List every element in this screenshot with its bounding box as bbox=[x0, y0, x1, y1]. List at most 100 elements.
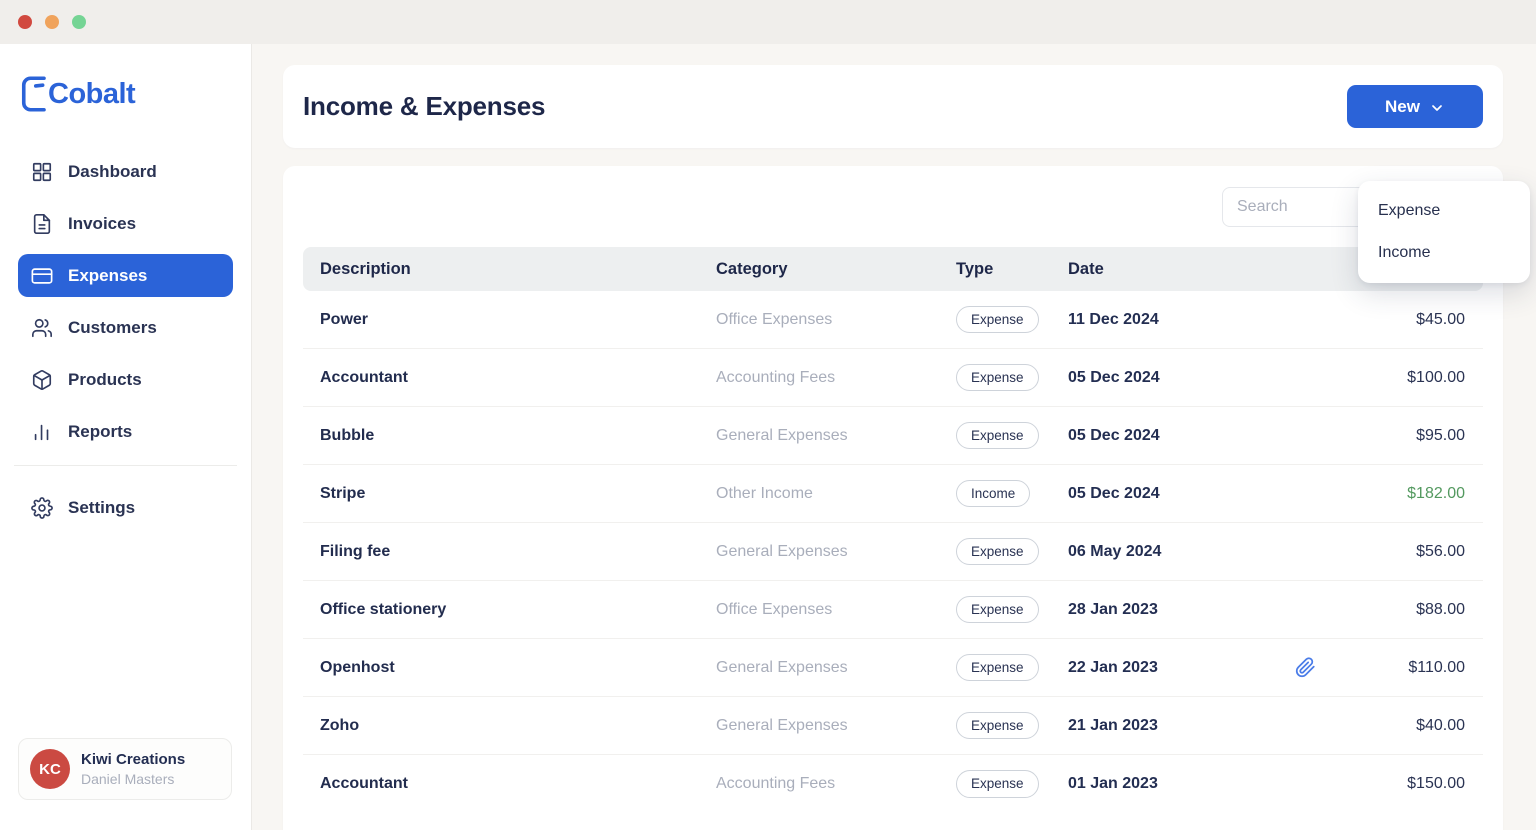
user-name: Daniel Masters bbox=[81, 770, 185, 788]
amount-value: $88.00 bbox=[1416, 601, 1465, 619]
cell-description: Power bbox=[303, 311, 716, 329]
page-title: Income & Expenses bbox=[303, 91, 545, 122]
app-logo: Cobalt bbox=[18, 74, 233, 114]
transactions-panel: DescriptionCategoryTypeDateAmount PowerO… bbox=[283, 166, 1503, 830]
sidebar-divider bbox=[14, 465, 237, 466]
box-icon bbox=[30, 368, 53, 391]
sidebar-item-invoices[interactable]: Invoices bbox=[18, 202, 233, 245]
cell-description: Bubble bbox=[303, 427, 716, 445]
table-row[interactable]: Office stationeryOffice ExpensesExpense2… bbox=[303, 581, 1483, 639]
cell-date: 05 Dec 2024 bbox=[1068, 485, 1285, 503]
cell-category: Accounting Fees bbox=[716, 775, 956, 793]
amount-value: $40.00 bbox=[1416, 717, 1465, 735]
amount-value: $182.00 bbox=[1407, 485, 1465, 503]
sidebar-item-reports[interactable]: Reports bbox=[18, 410, 233, 453]
cell-amount: $182.00 bbox=[1285, 485, 1483, 503]
type-badge: Expense bbox=[956, 654, 1039, 682]
sidebar-item-label: Invoices bbox=[68, 214, 136, 234]
amount-value: $100.00 bbox=[1407, 369, 1465, 387]
window-titlebar bbox=[0, 0, 1536, 44]
cell-category: General Expenses bbox=[716, 543, 956, 561]
sidebar-item-label: Expenses bbox=[68, 266, 147, 286]
sidebar-item-label: Dashboard bbox=[68, 162, 157, 182]
cell-category: General Expenses bbox=[716, 659, 956, 677]
column-header-description: Description bbox=[303, 260, 716, 279]
new-dropdown-menu: ExpenseIncome bbox=[1358, 181, 1530, 283]
sidebar-item-label: Reports bbox=[68, 422, 132, 442]
menu-item-income[interactable]: Income bbox=[1358, 232, 1530, 274]
type-badge: Income bbox=[956, 480, 1030, 508]
type-badge: Expense bbox=[956, 364, 1039, 392]
cell-date: 11 Dec 2024 bbox=[1068, 311, 1285, 329]
cell-description: Openhost bbox=[303, 659, 716, 677]
cell-description: Filing fee bbox=[303, 543, 716, 561]
table-body: PowerOffice ExpensesExpense11 Dec 2024$4… bbox=[303, 291, 1483, 813]
table-row[interactable]: StripeOther IncomeIncome 05 Dec 2024 $182.… bbox=[303, 465, 1483, 523]
zoom-window-button[interactable] bbox=[72, 15, 86, 29]
cell-date: 22 Jan 2023 bbox=[1068, 659, 1285, 677]
cell-category: General Expenses bbox=[716, 427, 956, 445]
type-badge: Expense bbox=[956, 712, 1039, 740]
sidebar-item-customers[interactable]: Customers bbox=[18, 306, 233, 349]
bar-chart-icon bbox=[30, 420, 53, 443]
type-badge: Expense bbox=[956, 770, 1039, 798]
table-row[interactable]: ZohoGeneral ExpensesExpense 21 Jan 2023 $4… bbox=[303, 697, 1483, 755]
avatar: KC bbox=[30, 749, 70, 789]
cell-description: Accountant bbox=[303, 369, 716, 387]
cell-category: Office Expenses bbox=[716, 311, 956, 329]
table-row[interactable]: Filing feeGeneral ExpensesExpense06 May … bbox=[303, 523, 1483, 581]
cell-category: Office Expenses bbox=[716, 601, 956, 619]
user-card[interactable]: KC Kiwi Creations Daniel Masters bbox=[18, 738, 232, 800]
cell-amount: $88.00 bbox=[1285, 601, 1483, 619]
cell-amount: $95.00 bbox=[1285, 427, 1483, 445]
app-shell: Cobalt Dashboard Invoices Expenses Customer… bbox=[0, 44, 1536, 830]
table-row[interactable]: OpenhostGeneral ExpensesExpense 22 Jan 20… bbox=[303, 639, 1483, 697]
cell-date: 05 Dec 2024 bbox=[1068, 369, 1285, 387]
type-badge: Expense bbox=[956, 538, 1039, 566]
cell-description: Accountant bbox=[303, 775, 716, 793]
table-row[interactable]: AccountantAccounting FeesExpense 05 Dec 2… bbox=[303, 349, 1483, 407]
amount-value: $150.00 bbox=[1407, 775, 1465, 793]
app-logo-text: Cobalt bbox=[48, 78, 135, 111]
sidebar-item-expenses[interactable]: Expenses bbox=[18, 254, 233, 297]
cell-amount: $110.00 bbox=[1285, 657, 1483, 678]
sidebar-item-label: Settings bbox=[68, 498, 135, 518]
sidebar-item-settings[interactable]: Settings bbox=[18, 486, 233, 529]
table-row[interactable]: PowerOffice ExpensesExpense11 Dec 2024$4… bbox=[303, 291, 1483, 349]
grid-icon bbox=[30, 160, 53, 183]
cell-category: Accounting Fees bbox=[716, 369, 956, 387]
table-row[interactable]: AccountantAccounting FeesExpense 01 Jan 2… bbox=[303, 755, 1483, 813]
sidebar-item-label: Products bbox=[68, 370, 142, 390]
cell-amount: $150.00 bbox=[1285, 775, 1483, 793]
menu-item-expense[interactable]: Expense bbox=[1358, 190, 1530, 232]
amount-value: $56.00 bbox=[1416, 543, 1465, 561]
minimize-window-button[interactable] bbox=[45, 15, 59, 29]
cell-category: Other Income bbox=[716, 485, 956, 503]
sidebar-item-products[interactable]: Products bbox=[18, 358, 233, 401]
page-header: Income & Expenses New bbox=[283, 65, 1503, 148]
column-header-type: Type bbox=[956, 260, 1068, 279]
amount-value: $95.00 bbox=[1416, 427, 1465, 445]
document-icon bbox=[30, 212, 53, 235]
sidebar-item-dashboard[interactable]: Dashboard bbox=[18, 150, 233, 193]
sidebar-nav: Dashboard Invoices Expenses Customers Produc… bbox=[18, 150, 233, 529]
type-badge: Expense bbox=[956, 596, 1039, 624]
table-row[interactable]: BubbleGeneral ExpensesExpense 05 Dec 2024… bbox=[303, 407, 1483, 465]
close-window-button[interactable] bbox=[18, 15, 32, 29]
cell-description: Stripe bbox=[303, 485, 716, 503]
cell-date: 21 Jan 2023 bbox=[1068, 717, 1285, 735]
users-icon bbox=[30, 316, 53, 339]
cell-date: 01 Jan 2023 bbox=[1068, 775, 1285, 793]
cell-amount: $56.00 bbox=[1285, 543, 1483, 561]
sidebar: Cobalt Dashboard Invoices Expenses Customer… bbox=[0, 44, 252, 830]
cell-category: General Expenses bbox=[716, 717, 956, 735]
cell-description: Zoho bbox=[303, 717, 716, 735]
new-button-label: New bbox=[1385, 97, 1420, 117]
amount-value: $45.00 bbox=[1416, 311, 1465, 329]
type-badge: Expense bbox=[956, 422, 1039, 450]
cell-amount: $40.00 bbox=[1285, 717, 1483, 735]
new-button[interactable]: New bbox=[1347, 85, 1483, 128]
paperclip-icon[interactable] bbox=[1295, 657, 1316, 678]
cell-date: 05 Dec 2024 bbox=[1068, 427, 1285, 445]
gear-icon bbox=[30, 496, 53, 519]
